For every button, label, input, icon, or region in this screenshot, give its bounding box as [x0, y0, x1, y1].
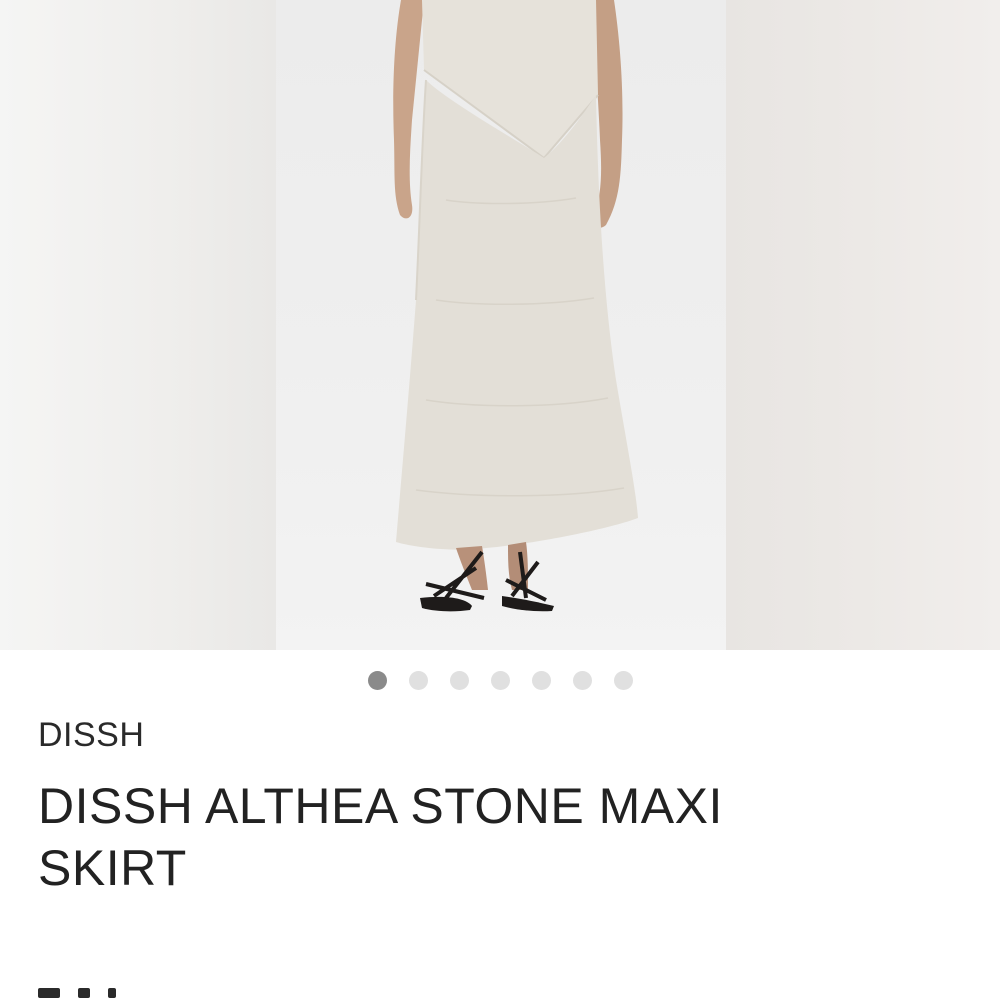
- gallery-dot-6[interactable]: [572, 670, 593, 691]
- gallery-dot-5[interactable]: [531, 670, 552, 691]
- gallery-prev-image-peek[interactable]: [0, 0, 276, 650]
- product-brand[interactable]: DISSH: [38, 716, 144, 755]
- gallery-pagination: [367, 670, 654, 691]
- gallery-dot-1[interactable]: [367, 670, 388, 691]
- product-photo: [393, 0, 638, 612]
- gallery-dot-7[interactable]: [613, 670, 634, 691]
- gallery-dot-3[interactable]: [449, 670, 470, 691]
- product-title: DISSH ALTHEA STONE MAXI SKIRT: [38, 778, 723, 896]
- price-row-cropped: [38, 988, 268, 1000]
- product-image-gallery[interactable]: [0, 0, 1000, 650]
- gallery-dot-4[interactable]: [490, 670, 511, 691]
- gallery-next-image-peek[interactable]: [726, 0, 1000, 650]
- gallery-dot-2[interactable]: [408, 670, 429, 691]
